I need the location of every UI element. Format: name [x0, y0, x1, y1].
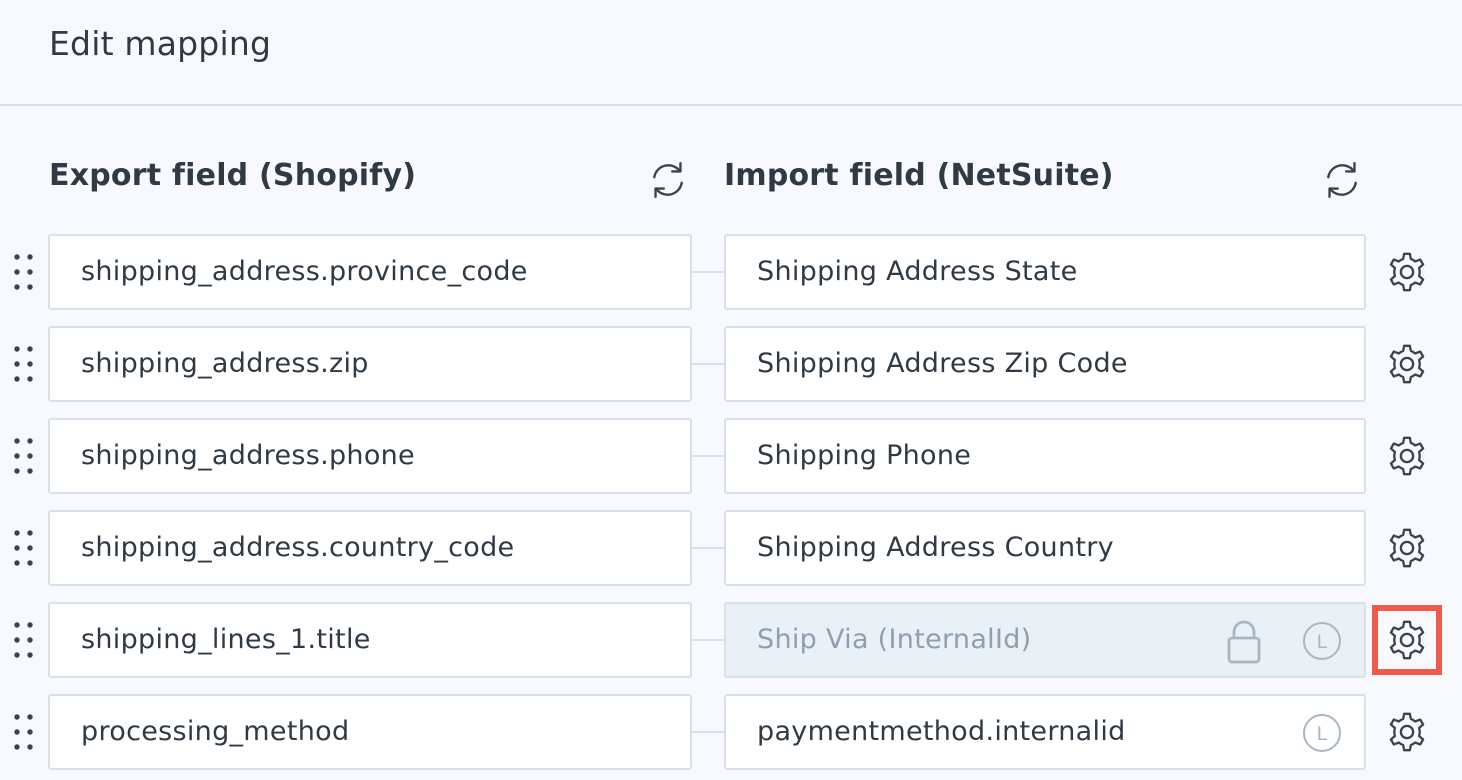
connector-line: [692, 639, 724, 641]
svg-text:L: L: [1317, 723, 1328, 745]
export-field-input[interactable]: processing_method: [48, 694, 692, 770]
mapping-row: processing_method paymentmethod.internal…: [0, 694, 1462, 770]
connector-line: [692, 363, 724, 365]
connector-line: [692, 731, 724, 733]
export-field-input[interactable]: shipping_address.province_code: [48, 234, 692, 310]
connector-line: [692, 455, 724, 457]
drag-handle-icon[interactable]: [12, 252, 36, 292]
header: Edit mapping: [0, 0, 1462, 106]
gear-icon[interactable]: [1384, 433, 1430, 479]
gear-icon[interactable]: [1384, 525, 1430, 571]
mapping-row: shipping_address.phone Shipping Phone: [0, 418, 1462, 494]
gear-icon[interactable]: [1384, 249, 1430, 295]
export-field-input[interactable]: shipping_address.zip: [48, 326, 692, 402]
import-field-input[interactable]: paymentmethod.internalid L: [724, 694, 1366, 770]
mapping-row: shipping_lines_1.title Ship Via (Interna…: [0, 602, 1462, 678]
drag-handle-icon[interactable]: [12, 528, 36, 568]
drag-handle-icon[interactable]: [12, 436, 36, 476]
import-field-value: Ship Via (InternalId): [757, 624, 1032, 655]
import-field-input-locked: Ship Via (InternalId) L: [724, 602, 1366, 678]
drag-handle-icon[interactable]: [12, 344, 36, 384]
import-field-input[interactable]: Shipping Phone: [724, 418, 1366, 494]
import-column-header: Import field (NetSuite): [724, 158, 1114, 193]
gear-icon[interactable]: [1384, 341, 1430, 387]
import-field-input[interactable]: Shipping Address Country: [724, 510, 1366, 586]
export-field-input[interactable]: shipping_address.phone: [48, 418, 692, 494]
lock-icon: [1227, 620, 1261, 664]
drag-handle-icon[interactable]: [12, 620, 36, 660]
drag-handle-icon[interactable]: [12, 712, 36, 752]
import-field-value: paymentmethod.internalid: [757, 716, 1126, 747]
lookup-icon[interactable]: L: [1302, 621, 1342, 661]
import-field-input[interactable]: Shipping Address State: [724, 234, 1366, 310]
export-column-header: Export field (Shopify): [49, 158, 417, 193]
import-field-input[interactable]: Shipping Address Zip Code: [724, 326, 1366, 402]
page-title: Edit mapping: [49, 24, 272, 63]
mapping-row: shipping_address.country_code Shipping A…: [0, 510, 1462, 586]
mapping-row: shipping_address.province_code Shipping …: [0, 234, 1462, 310]
refresh-icon[interactable]: [1320, 158, 1364, 202]
svg-text:L: L: [1317, 631, 1328, 653]
lookup-icon[interactable]: L: [1302, 713, 1342, 753]
export-field-input[interactable]: shipping_address.country_code: [48, 510, 692, 586]
gear-icon[interactable]: [1384, 709, 1430, 755]
refresh-icon[interactable]: [646, 158, 690, 202]
connector-line: [692, 547, 724, 549]
connector-line: [692, 271, 724, 273]
gear-icon[interactable]: [1372, 605, 1442, 675]
export-field-input[interactable]: shipping_lines_1.title: [48, 602, 692, 678]
mapping-row: shipping_address.zip Shipping Address Zi…: [0, 326, 1462, 402]
